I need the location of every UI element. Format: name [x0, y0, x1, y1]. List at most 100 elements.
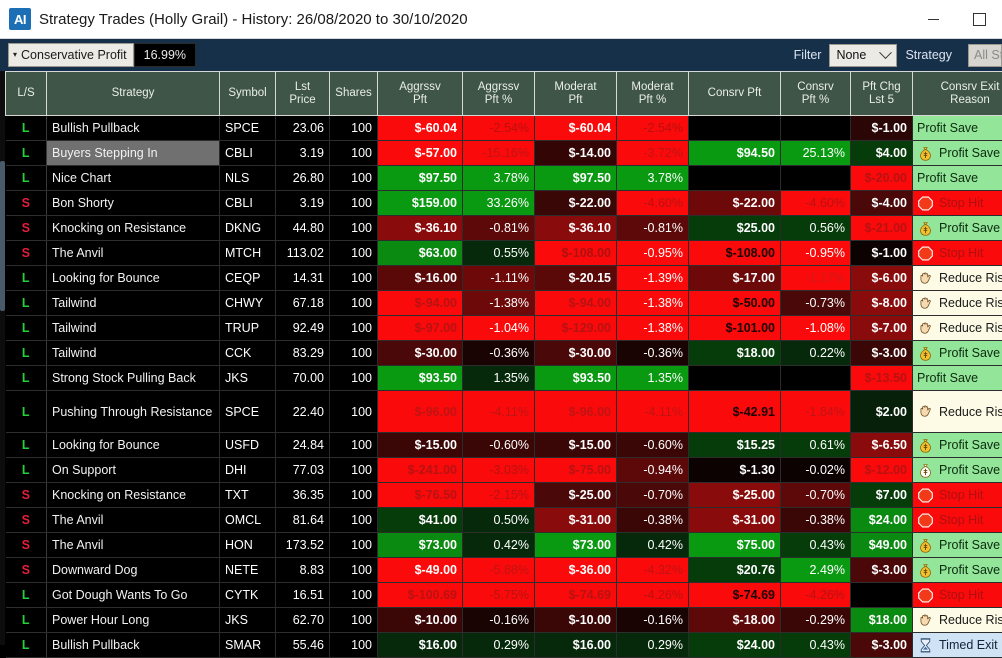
column-header-pft_chg[interactable]: Pft ChgLst 5 — [851, 72, 913, 116]
conservative-profit-button[interactable]: ▾ Conservative Profit — [8, 43, 134, 67]
money-bag-white-icon — [917, 462, 934, 479]
cell-strategy[interactable]: The Anvil — [47, 241, 220, 266]
cell-strategy[interactable]: Looking for Bounce — [47, 266, 220, 291]
cell-long-short: L — [6, 166, 47, 191]
maximize-icon[interactable] — [956, 0, 1002, 38]
cell-strategy[interactable]: The Anvil — [47, 533, 220, 558]
cell-aggrssv-pft: $-49.00 — [378, 558, 463, 583]
column-header-consrv_pct[interactable]: ConsrvPft % — [781, 72, 851, 116]
cell-consrv-pft: $-31.00 — [689, 508, 781, 533]
table-row[interactable]: LBullish PullbackSPCE23.06100$-60.04-2.5… — [6, 116, 1002, 141]
table-row[interactable]: LLooking for BounceCEQP14.31100$-16.00-1… — [6, 266, 1002, 291]
cell-aggrssv-pft: $-96.00 — [378, 391, 463, 433]
cell-strategy[interactable]: Pushing Through Resistance — [47, 391, 220, 433]
cell-strategy[interactable]: Nice Chart — [47, 166, 220, 191]
cell-consrv-pft — [689, 166, 781, 191]
filter-select[interactable]: None — [829, 44, 897, 67]
column-header-aggrssv_pft[interactable]: AggrssvPft — [378, 72, 463, 116]
column-header-moderat_pct[interactable]: ModeratPft % — [617, 72, 689, 116]
table-row[interactable]: LPower Hour LongJKS62.70100$-10.00-0.16%… — [6, 608, 1002, 633]
table-row[interactable]: LNice ChartNLS26.80100$97.503.78%$97.503… — [6, 166, 1002, 191]
cell-strategy[interactable]: Tailwind — [47, 316, 220, 341]
cell-consrv-pft: $75.00 — [689, 533, 781, 558]
cell-strategy[interactable]: Knocking on Resistance — [47, 483, 220, 508]
cell-aggrssv-pct: 33.26% — [463, 191, 535, 216]
column-header-lst_price[interactable]: LstPrice — [276, 72, 330, 116]
cell-moderat-pft: $-14.00 — [535, 141, 617, 166]
table-row[interactable]: LOn SupportDHI77.03100$-241.00-3.03%$-75… — [6, 458, 1002, 483]
table-row[interactable]: LBullish PullbackSMAR55.46100$16.000.29%… — [6, 633, 1002, 658]
cell-moderat-pft: $-20.15 — [535, 266, 617, 291]
cell-consrv-pft: $15.25 — [689, 433, 781, 458]
column-header-consrv_pft[interactable]: Consrv Pft — [689, 72, 781, 116]
cell-aggrssv-pft: $-36.10 — [378, 216, 463, 241]
exit-reason-label: Reduce Risk — [939, 321, 1002, 335]
column-header-moderat_pft[interactable]: ModeratPft — [535, 72, 617, 116]
cell-exit-reason: Profit Save — [913, 216, 1002, 241]
cell-symbol: CCK — [220, 341, 276, 366]
cell-consrv-pct: 0.43% — [781, 633, 851, 658]
column-header-exit[interactable]: Consrv ExitReason — [913, 72, 1002, 116]
vertical-scrollbar[interactable] — [0, 71, 5, 645]
column-header-ls[interactable]: L/S — [6, 72, 47, 116]
cell-moderat-pft: $-22.00 — [535, 191, 617, 216]
cell-strategy[interactable]: Looking for Bounce — [47, 433, 220, 458]
money-bag-icon — [917, 220, 934, 237]
cell-last-price: 23.06 — [276, 116, 330, 141]
column-header-symbol[interactable]: Symbol — [220, 72, 276, 116]
cell-aggrssv-pft: $-60.04 — [378, 116, 463, 141]
table-row[interactable]: SKnocking on ResistanceDKNG44.80100$-36.… — [6, 216, 1002, 241]
cell-exit-reason: Reduce Risk — [913, 608, 1002, 633]
cell-strategy[interactable]: Knocking on Resistance — [47, 216, 220, 241]
cell-strategy[interactable]: Tailwind — [47, 341, 220, 366]
exit-reason-label: Profit Save — [939, 221, 1000, 235]
cell-aggrssv-pct: -0.16% — [463, 608, 535, 633]
table-row[interactable]: SDownward DogNETE8.83100$-49.00-5.88%$-3… — [6, 558, 1002, 583]
table-row[interactable]: LLooking for BounceUSFD24.84100$-15.00-0… — [6, 433, 1002, 458]
table-row[interactable]: SThe AnvilHON173.52100$73.000.42%$73.000… — [6, 533, 1002, 558]
table-row[interactable]: LPushing Through ResistanceSPCE22.40100$… — [6, 391, 1002, 433]
exit-reason-label: Profit Save — [939, 538, 1000, 552]
cell-exit-reason: Stop Hit — [913, 483, 1002, 508]
table-row[interactable]: LTailwindTRUP92.49100$-97.00-1.04%$-129.… — [6, 316, 1002, 341]
cell-strategy[interactable]: The Anvil — [47, 508, 220, 533]
cell-strategy[interactable]: Strong Stock Pulling Back — [47, 366, 220, 391]
cell-last-price: 22.40 — [276, 391, 330, 433]
filter-label: Filter — [794, 48, 822, 62]
table-row[interactable]: LBuyers Stepping InCBLI3.19100$-57.00-15… — [6, 141, 1002, 166]
table-row[interactable]: SKnocking on ResistanceTXT36.35100$-76.5… — [6, 483, 1002, 508]
cell-exit-reason: Stop Hit — [913, 583, 1002, 608]
cell-aggrssv-pft: $-76.50 — [378, 483, 463, 508]
cell-strategy[interactable]: Got Dough Wants To Go — [47, 583, 220, 608]
cell-strategy[interactable]: Bullish Pullback — [47, 116, 220, 141]
table-row[interactable]: LStrong Stock Pulling BackJKS70.00100$93… — [6, 366, 1002, 391]
window-controls — [910, 0, 1002, 38]
cell-strategy[interactable]: Power Hour Long — [47, 608, 220, 633]
table-row[interactable]: LTailwindCHWY67.18100$-94.00-1.38%$-94.0… — [6, 291, 1002, 316]
column-header-shares[interactable]: Shares — [330, 72, 378, 116]
column-header-strategy[interactable]: Strategy — [47, 72, 220, 116]
table-row[interactable]: SBon ShortyCBLI3.19100$159.0033.26%$-22.… — [6, 191, 1002, 216]
cell-strategy[interactable]: Buyers Stepping In — [47, 141, 220, 166]
cell-strategy[interactable]: On Support — [47, 458, 220, 483]
cell-pft-chg: $18.00 — [851, 608, 913, 633]
minimize-icon[interactable] — [910, 0, 956, 38]
cell-symbol: CBLI — [220, 191, 276, 216]
table-row[interactable]: SThe AnvilMTCH113.02100$63.000.55%$-108.… — [6, 241, 1002, 266]
table-row[interactable]: SThe AnvilOMCL81.64100$41.000.50%$-31.00… — [6, 508, 1002, 533]
cell-strategy[interactable]: Bon Shorty — [47, 191, 220, 216]
cell-exit-reason: Profit Save — [913, 558, 1002, 583]
cell-aggrssv-pct: 0.55% — [463, 241, 535, 266]
cell-strategy[interactable]: Tailwind — [47, 291, 220, 316]
cell-strategy[interactable]: Downward Dog — [47, 558, 220, 583]
strategy-select[interactable]: All Str — [968, 44, 1002, 67]
cell-long-short: L — [6, 366, 47, 391]
cell-exit-reason: Profit Save — [913, 366, 1002, 391]
cell-consrv-pft: $24.00 — [689, 633, 781, 658]
cell-aggrssv-pct: -1.11% — [463, 266, 535, 291]
table-row[interactable]: LGot Dough Wants To GoCYTK16.51100$-100.… — [6, 583, 1002, 608]
cell-exit-reason: Stop Hit — [913, 191, 1002, 216]
cell-strategy[interactable]: Bullish Pullback — [47, 633, 220, 658]
table-row[interactable]: LTailwindCCK83.29100$-30.00-0.36%$-30.00… — [6, 341, 1002, 366]
column-header-aggrssv_pct[interactable]: AggrssvPft % — [463, 72, 535, 116]
